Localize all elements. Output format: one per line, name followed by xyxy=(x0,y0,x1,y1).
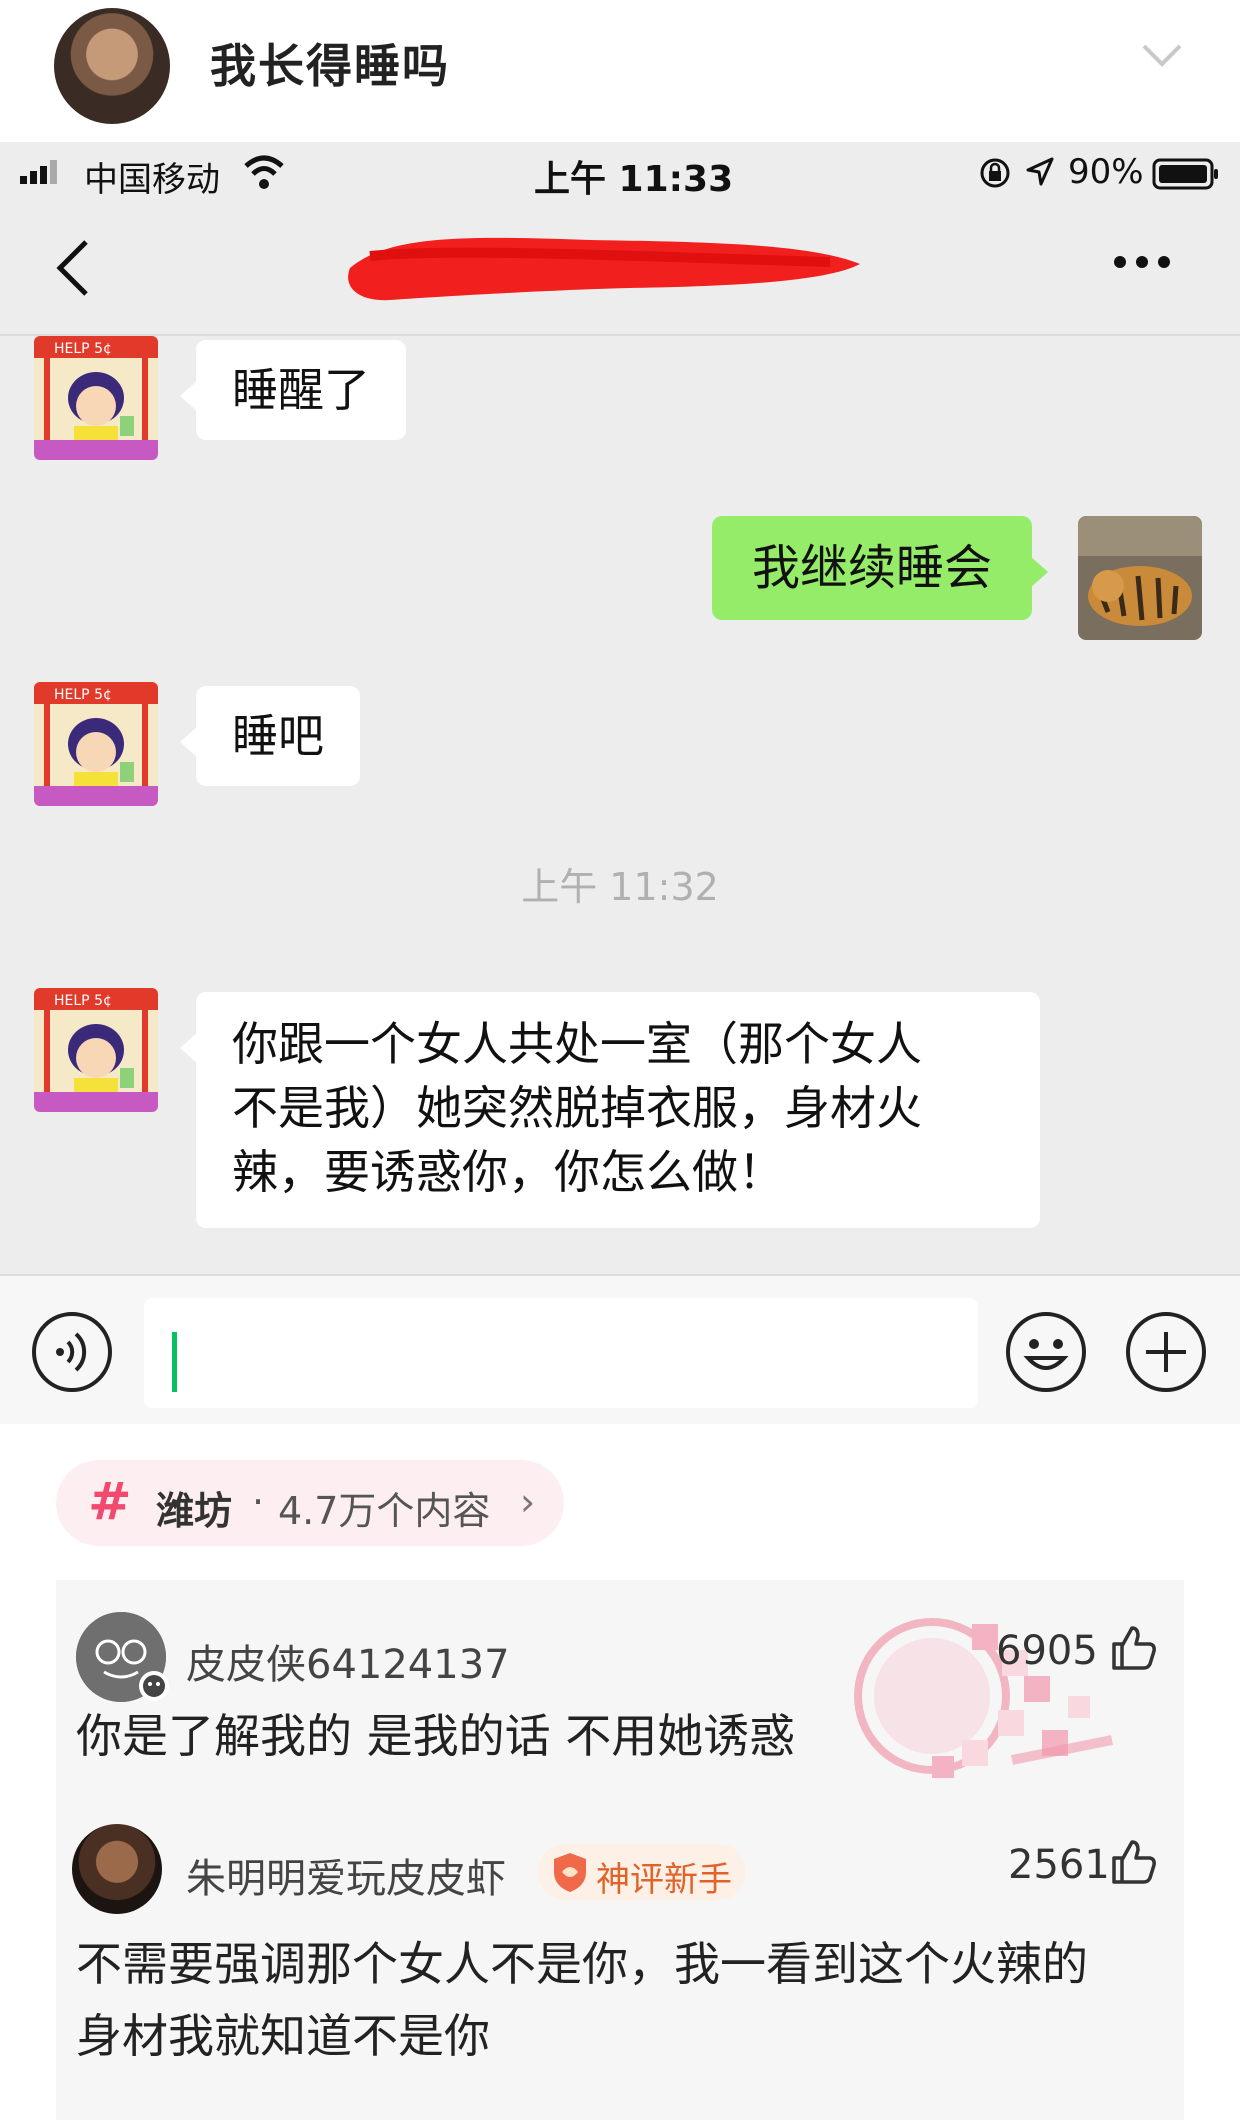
svg-text:HELP 5¢: HELP 5¢ xyxy=(54,687,112,703)
commenter-name[interactable]: 朱明明爱玩皮皮虾 xyxy=(186,1846,506,1904)
post-header: 我长得睡吗 xyxy=(0,0,1240,130)
message-bubble-peer[interactable]: 睡醒了 xyxy=(180,340,406,440)
message-bubble-peer[interactable]: 你跟一个女人共处一室（那个女人 不是我）她突然脱掉衣服，身材火 辣，要诱惑你，你… xyxy=(180,992,1040,1228)
like-count: 6905 xyxy=(996,1628,1098,1674)
lucy-cartoon-avatar: HELP 5¢ xyxy=(34,682,158,806)
emoji-icon[interactable] xyxy=(1004,1310,1088,1394)
badge-label: 神评新手 xyxy=(596,1860,732,1900)
chevron-down-icon[interactable] xyxy=(1140,40,1184,70)
chat-input-bar xyxy=(0,1274,1240,1424)
peer-avatar[interactable]: HELP 5¢ xyxy=(34,682,158,806)
commenter-avatar[interactable] xyxy=(76,1612,169,1702)
thumbs-up-icon[interactable] xyxy=(1110,1624,1158,1672)
topic-name: 潍坊 xyxy=(156,1489,233,1533)
like-count: 2561 xyxy=(1008,1842,1110,1888)
user-level-badge-icon xyxy=(139,1671,169,1701)
chat-timestamp: 上午 11:32 xyxy=(521,865,719,909)
back-arrow-icon[interactable] xyxy=(52,236,92,300)
carrier-label: 中国移动 xyxy=(84,160,220,200)
signal-icon xyxy=(20,160,57,184)
message-bubble-self[interactable]: 我继续睡会 xyxy=(712,516,1049,620)
status-time: 上午 11:33 xyxy=(534,159,734,200)
message-text: 我继续睡会 xyxy=(752,540,993,596)
voice-input-icon[interactable] xyxy=(30,1310,114,1394)
wifi-icon xyxy=(244,155,284,189)
message-text-line: 你跟一个女人共处一室（那个女人 xyxy=(232,1017,922,1071)
chevron-right-icon: › xyxy=(520,1480,536,1524)
lucy-cartoon-avatar: HELP 5¢ xyxy=(34,988,158,1112)
self-avatar[interactable] xyxy=(1078,516,1202,640)
tiger-photo-avatar xyxy=(1078,516,1202,640)
thumbs-up-icon[interactable] xyxy=(1110,1838,1158,1886)
chat-message-list[interactable]: HELP 5¢ 睡醒了 我继续睡会 HELP 5¢ 睡吧 上午 11:32 HE… xyxy=(0,336,1240,1270)
comment-list: 皮皮侠64124137 6905 你是了解我的 是我的话 不用她诱惑 朱明明爱玩… xyxy=(56,1580,1184,2120)
shield-badge-icon xyxy=(554,1853,586,1892)
battery-percent: 90% xyxy=(1068,152,1144,192)
commenter-name[interactable]: 皮皮侠64124137 xyxy=(186,1632,510,1690)
location-arrow-icon xyxy=(1026,157,1054,186)
chat-nav-bar xyxy=(0,206,1240,336)
more-options-icon[interactable] xyxy=(1110,252,1174,272)
comment-item: 朱明明爱玩皮皮虾 神评新手 2561 不需要强调那个女人不是你，我一看到这个火辣… xyxy=(56,1816,1184,2116)
hashtag-icon: # xyxy=(88,1472,132,1532)
peer-avatar[interactable]: HELP 5¢ xyxy=(34,336,158,460)
rotation-lock-icon xyxy=(980,158,1010,188)
chat-screenshot: 中国移动 上午 11:33 90% HELP 5¢ 睡醒了 我继续睡会 HELP… xyxy=(0,142,1240,1424)
message-input[interactable] xyxy=(144,1298,978,1408)
topic-count: 4.7万个内容 xyxy=(278,1489,491,1533)
author-avatar[interactable] xyxy=(54,8,170,124)
topic-chip[interactable]: # 潍坊 · 4.7万个内容 › xyxy=(56,1460,564,1546)
lucy-cartoon-avatar: HELP 5¢ xyxy=(34,336,158,460)
plus-icon[interactable] xyxy=(1124,1310,1208,1394)
svg-text:HELP 5¢: HELP 5¢ xyxy=(54,993,112,1009)
redaction-scribble xyxy=(348,237,860,301)
comment-text-line: 不需要强调那个女人不是你，我一看到这个火辣的 xyxy=(76,1937,1088,1991)
commenter-avatar[interactable] xyxy=(72,1824,162,1914)
comment-text-line: 身材我就知道不是你 xyxy=(76,2009,490,2063)
message-text-line: 不是我）她突然脱掉衣服，身材火 xyxy=(232,1081,922,1135)
post-title: 我长得睡吗 xyxy=(210,39,450,93)
message-bubble-peer[interactable]: 睡吧 xyxy=(180,686,360,786)
message-text: 睡吧 xyxy=(232,709,324,763)
commenter-badge: 神评新手 xyxy=(538,1844,746,1900)
text-cursor xyxy=(172,1332,177,1392)
svg-text:HELP 5¢: HELP 5¢ xyxy=(54,341,112,357)
peer-avatar[interactable]: HELP 5¢ xyxy=(34,988,158,1112)
status-bar: 中国移动 上午 11:33 90% xyxy=(0,142,1240,206)
comment-item: 皮皮侠64124137 6905 你是了解我的 是我的话 不用她诱惑 xyxy=(56,1580,1184,1780)
comment-text: 你是了解我的 是我的话 不用她诱惑 xyxy=(76,1709,796,1763)
message-text: 睡醒了 xyxy=(232,363,370,417)
battery-icon xyxy=(1152,158,1218,190)
topic-separator: · xyxy=(252,1480,265,1524)
message-text-line: 辣，要诱惑你，你怎么做！ xyxy=(232,1145,784,1199)
